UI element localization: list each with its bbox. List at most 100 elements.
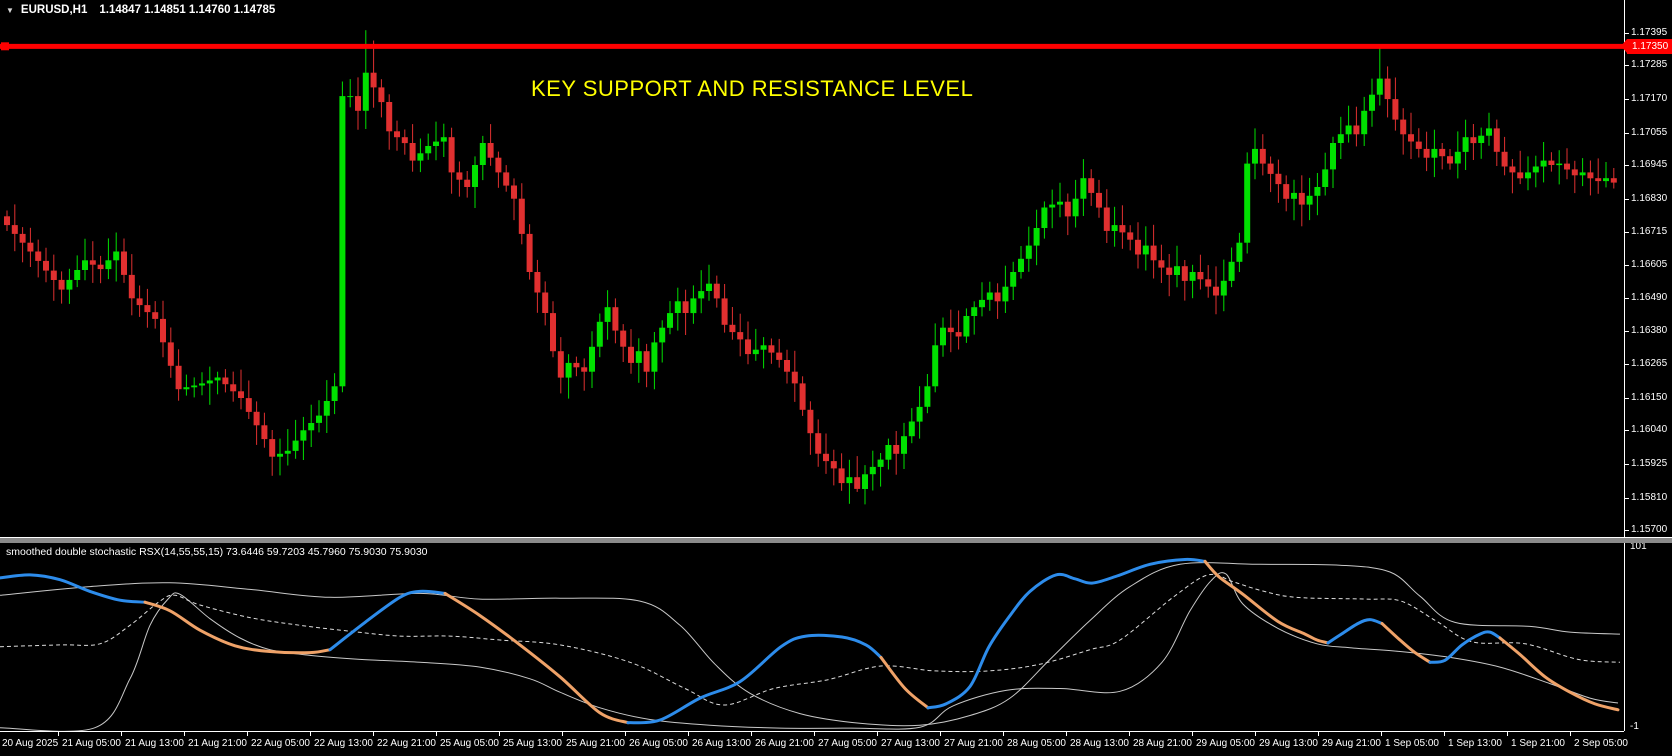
candle-up	[901, 436, 907, 454]
candle-up	[987, 293, 993, 300]
candle-up	[105, 260, 111, 269]
candle-down	[168, 342, 174, 365]
stoch-signal-segment-orange	[445, 593, 628, 722]
candle-up	[199, 383, 205, 385]
candle-down	[519, 199, 525, 234]
candle-up	[324, 401, 330, 416]
candle-down	[1065, 202, 1071, 217]
candle-down	[1517, 172, 1523, 178]
price-axis-label: 1.17055	[1631, 127, 1667, 138]
candle-down	[222, 378, 228, 385]
candle-up	[191, 386, 197, 388]
price-tick-mark	[1624, 298, 1629, 299]
candle-up	[1463, 137, 1469, 152]
time-axis-label: 22 Aug 21:00	[377, 738, 436, 749]
candle-down	[839, 468, 845, 483]
candle-down	[1502, 152, 1508, 167]
candle-up	[425, 146, 431, 153]
candle-up	[1049, 205, 1055, 208]
stoch-signal-segment-blue	[628, 635, 881, 722]
candle-down	[1197, 272, 1203, 279]
price-tick-mark	[1624, 331, 1629, 332]
time-axis: 20 Aug 202521 Aug 05:0021 Aug 13:0021 Au…	[0, 732, 1672, 756]
candle-up	[1346, 126, 1352, 135]
stoch-upper-band-line	[0, 563, 1620, 726]
candle-down	[1447, 156, 1453, 163]
candle-down	[768, 345, 774, 352]
candle-up	[1525, 172, 1531, 178]
time-axis-label: 1 Sep 05:00	[1385, 738, 1439, 749]
time-tick-mark	[877, 732, 878, 736]
candle-down	[121, 252, 127, 275]
candle-down	[823, 454, 829, 461]
candle-up	[433, 142, 439, 146]
candle-down	[1611, 178, 1617, 182]
candle-up	[917, 407, 923, 422]
hline-handle[interactable]	[1, 42, 9, 50]
candle-down	[1470, 137, 1476, 143]
candle-down	[1587, 172, 1593, 178]
candle-up	[113, 252, 119, 261]
stoch-signal-segment-orange	[1500, 638, 1618, 710]
time-axis-label: 25 Aug 13:00	[503, 738, 562, 749]
candle-up	[1314, 187, 1320, 196]
candle-up	[183, 387, 189, 389]
candle-down	[386, 102, 392, 131]
candle-up	[1556, 164, 1562, 166]
candle-down	[355, 96, 361, 111]
candle-down	[378, 87, 384, 102]
candle-up	[597, 322, 603, 347]
candle-down	[1408, 134, 1414, 141]
resistance-price-tag[interactable]: 1.17350	[1627, 39, 1672, 54]
indicator-scale-bottom: -1	[1630, 721, 1639, 732]
candle-down	[1416, 142, 1422, 149]
candle-down	[1104, 208, 1110, 231]
candle-down	[20, 234, 26, 243]
candle-down	[511, 186, 517, 199]
candle-up	[347, 96, 353, 97]
candle-up	[1236, 243, 1242, 262]
candle-up	[308, 423, 314, 430]
symbol-dropdown-icon[interactable]: ▼	[6, 6, 14, 15]
candle-down	[1166, 268, 1172, 275]
stoch-signal-segment-orange	[1382, 624, 1430, 663]
price-tick-mark	[1624, 265, 1629, 266]
time-tick-mark	[1192, 732, 1193, 736]
candle-down	[737, 332, 743, 339]
price-tick-mark	[1624, 165, 1629, 166]
candle-up	[215, 378, 221, 381]
candle-up	[285, 451, 291, 454]
candle-down	[1283, 184, 1289, 199]
price-tick-mark	[1624, 232, 1629, 233]
candle-down	[800, 383, 806, 409]
candle-up	[1252, 149, 1258, 164]
resistance-hline[interactable]	[0, 42, 1624, 50]
indicator-chart[interactable]	[0, 543, 1624, 733]
axis-border	[1624, 0, 1625, 731]
time-axis-label: 25 Aug 05:00	[440, 738, 499, 749]
candle-down	[1424, 149, 1430, 158]
candle-up	[293, 441, 299, 451]
candle-down	[1205, 279, 1211, 286]
candle-down	[1096, 193, 1102, 208]
time-tick-mark	[1444, 732, 1445, 736]
price-axis-label: 1.16040	[1631, 424, 1667, 435]
candle-up	[1244, 164, 1250, 243]
time-tick-mark	[1003, 732, 1004, 736]
panel-separator[interactable]	[0, 537, 1672, 543]
candle-down	[854, 477, 860, 489]
candle-up	[1112, 225, 1118, 231]
candle-down	[722, 298, 728, 324]
candle-up	[971, 307, 977, 316]
time-tick-mark	[121, 732, 122, 736]
candle-up	[1541, 161, 1547, 167]
candle-down	[1548, 161, 1554, 165]
candle-up	[1143, 246, 1149, 255]
price-axis-label: 1.17395	[1631, 27, 1667, 38]
time-axis-label: 1 Sep 21:00	[1511, 738, 1565, 749]
candle-up	[878, 460, 884, 467]
time-tick-mark	[310, 732, 311, 736]
time-axis-label: 20 Aug 2025	[2, 738, 58, 749]
annotation-text: KEY SUPPORT AND RESISTANCE LEVEL	[531, 76, 973, 102]
time-axis-label: 21 Aug 21:00	[188, 738, 247, 749]
